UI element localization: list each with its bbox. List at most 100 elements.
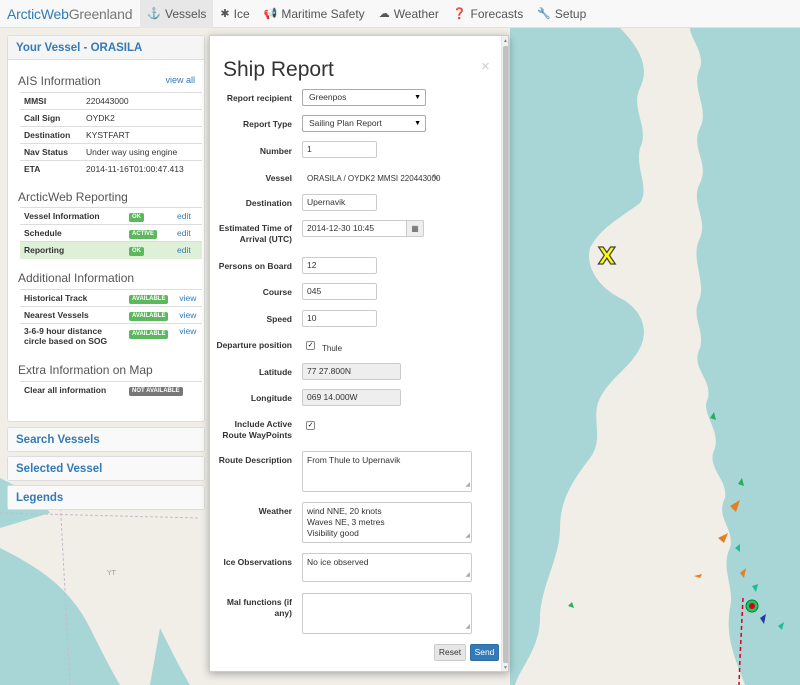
resize-grip-icon[interactable]: ◢ (465, 622, 470, 633)
table-row: Nav Status Under way using engine (20, 143, 202, 161)
selected-vessel-panel[interactable]: Selected Vessel (7, 456, 205, 481)
ship-report-modal: Ship Report × Report recipient Greenpos ▼… (209, 35, 509, 672)
legends-panel[interactable]: Legends (7, 485, 205, 510)
reporting-table: Vessel Information OK edit Schedule ACTIVE e… (20, 207, 202, 259)
scroll-down-icon[interactable]: ▼ (503, 665, 508, 671)
additional-table: Historical Track AVAILABLE view Nearest Ve… (20, 289, 202, 348)
nav-setup[interactable]: 🔧 Setup (530, 0, 593, 28)
table-row: Nearest Vessels AVAILABLE view (20, 306, 202, 324)
status-badge: OK (129, 213, 144, 222)
vessel-label: Vessel (265, 173, 292, 183)
destination-marker-icon[interactable]: X (597, 243, 616, 270)
map-region-label: YT (107, 570, 116, 577)
your-vessel-panel: Your Vessel - ORASILA AIS Information vi… (7, 35, 205, 422)
modal-title: Ship Report (223, 58, 334, 81)
persons-label: Persons on Board (218, 261, 292, 271)
cloud-icon: ☁ (378, 8, 390, 20)
chevron-down-icon: ▼ (414, 120, 421, 127)
ais-title: AIS Information (18, 74, 101, 88)
your-vessel-title[interactable]: Your Vessel - ORASILA (8, 36, 204, 60)
destination-label: Destination (245, 198, 292, 208)
table-row: Destination KYSTFART (20, 126, 202, 144)
table-row: ETA 2014-11-16T01:00:47.413 (20, 160, 202, 178)
number-label: Number (259, 146, 292, 156)
course-label: Course (262, 287, 292, 297)
reset-button[interactable]: Reset (434, 644, 466, 661)
speed-input[interactable]: 10 (302, 310, 377, 327)
weather-label: Weather (258, 506, 292, 516)
waypoints-checkbox[interactable]: ✓ (306, 421, 315, 430)
status-badge: AVAILABLE (129, 312, 169, 321)
waypoints-label: Include Active Route WayPoints (222, 419, 292, 440)
edit-link[interactable]: edit (177, 211, 191, 221)
search-vessels-title[interactable]: Search Vessels (8, 428, 204, 451)
nav-forecasts[interactable]: ❓ Forecasts (446, 0, 530, 28)
wrench-icon: 🔧 (537, 8, 551, 20)
legends-title[interactable]: Legends (8, 486, 204, 509)
latitude-input[interactable]: 77 27.800N (302, 363, 401, 380)
modal-scrollbar[interactable]: ▲ ▼ (501, 36, 508, 671)
edit-link[interactable]: edit (177, 228, 191, 238)
latitude-label: Latitude (258, 367, 292, 377)
extra-table: Clear all information NOT AVAILABLE (20, 381, 202, 399)
send-button[interactable]: Send (470, 644, 499, 661)
anchor-icon: ⚓ (147, 8, 162, 20)
table-row: MMSI 220443000 (20, 92, 202, 110)
status-badge: AVAILABLE (129, 295, 169, 304)
report-type-label: Report Type (243, 119, 292, 129)
table-row: Reporting OK edit (20, 241, 202, 259)
close-icon[interactable]: × (481, 58, 490, 75)
top-navbar: ArcticWebGreenland ⚓ Vessels ✱ Ice 📢 Mariti… (0, 0, 800, 28)
additional-title: Additional Information (18, 271, 135, 285)
longitude-input[interactable]: 069 14.000W (302, 389, 401, 406)
view-link[interactable]: view (179, 310, 196, 320)
departure-checkbox[interactable]: ✓ (306, 341, 315, 350)
scroll-thumb[interactable] (503, 46, 508, 663)
recipient-label: Report recipient (226, 93, 292, 103)
pencil-icon[interactable]: ✎ (432, 173, 439, 182)
extra-title: Extra Information on Map (18, 363, 153, 377)
nav-maritime-safety[interactable]: 📢 Maritime Safety (257, 0, 372, 28)
eta-input[interactable]: 2014-12-30 10:45 (302, 220, 407, 237)
selected-vessel-title[interactable]: Selected Vessel (8, 457, 204, 480)
destination-input[interactable]: Upernavik (302, 194, 377, 211)
report-type-select[interactable]: Sailing Plan Report ▼ (302, 115, 426, 132)
status-badge: OK (129, 247, 144, 257)
vessel-value: ORASILA / OYDK2 MMSI 220443000 (307, 174, 441, 183)
calendar-icon[interactable]: ▦ (406, 220, 424, 237)
ice-textarea[interactable]: No ice observed ◢ (302, 553, 472, 582)
table-row: Call Sign OYDK2 (20, 109, 202, 127)
chevron-down-icon: ▼ (414, 94, 421, 101)
view-link[interactable]: view (179, 326, 196, 336)
resize-grip-icon[interactable]: ◢ (465, 570, 470, 581)
resize-grip-icon[interactable]: ◢ (465, 531, 470, 542)
table-row: 3-6-9 hour distance circle based on SOG A… (20, 323, 202, 348)
scroll-up-icon[interactable]: ▲ (503, 38, 508, 44)
view-all-link[interactable]: view all (165, 75, 195, 85)
longitude-label: Longitude (250, 393, 292, 403)
nav-vessels[interactable]: ⚓ Vessels (140, 0, 214, 28)
reporting-title: ArcticWeb Reporting (18, 190, 128, 204)
route-description-textarea[interactable]: From Thule to Upernavik ◢ (302, 451, 472, 492)
bullhorn-icon: 📢 (263, 8, 278, 20)
number-input[interactable]: 1 (302, 141, 377, 158)
weather-textarea[interactable]: wind NNE, 20 knots Waves NE, 3 metres Vi… (302, 502, 472, 543)
ais-table: MMSI 220443000 Call Sign OYDK2 Destination… (20, 92, 202, 178)
view-link[interactable]: view (179, 293, 196, 303)
status-badge: AVAILABLE (129, 330, 169, 339)
course-input[interactable]: 045 (302, 283, 377, 300)
table-row: Historical Track AVAILABLE view (20, 289, 202, 307)
eta-label: Estimated Time of Arrival (UTC) (218, 223, 292, 244)
brand-logo[interactable]: ArcticWebGreenland (0, 6, 140, 22)
search-vessels-panel[interactable]: Search Vessels (7, 427, 205, 452)
persons-input[interactable]: 12 (302, 257, 377, 274)
recipient-select[interactable]: Greenpos ▼ (302, 89, 426, 106)
speed-label: Speed (266, 314, 292, 324)
resize-grip-icon[interactable]: ◢ (465, 480, 470, 491)
edit-link[interactable]: edit (177, 245, 191, 255)
malfunctions-textarea[interactable]: ◢ (302, 593, 472, 634)
status-badge: ACTIVE (129, 230, 158, 239)
nav-ice[interactable]: ✱ Ice (213, 0, 256, 28)
departure-label: Departure position (216, 340, 292, 350)
nav-weather[interactable]: ☁ Weather (372, 0, 446, 28)
